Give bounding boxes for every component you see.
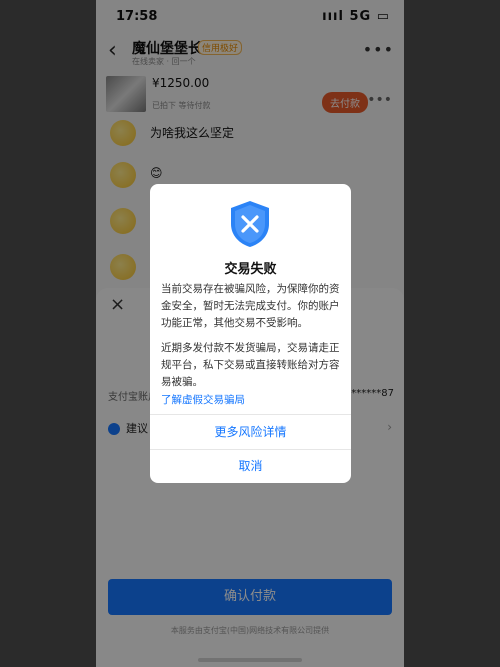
learn-scam-link[interactable]: 了解虚假交易骗局 — [161, 392, 245, 407]
cancel-button[interactable]: 取消 — [150, 450, 351, 483]
risk-details-button[interactable]: 更多风险详情 — [150, 415, 351, 449]
transaction-failed-dialog: 交易失败 当前交易存在被骗风险，为保障你的资金安全，暂时无法完成支付。你的账户功… — [150, 184, 351, 483]
dialog-warning: 近期多发付款不发货骗局，交易请走正规平台，私下交易或直接转账给对方容易被骗。 — [161, 342, 340, 388]
dialog-message: 当前交易存在被骗风险，为保障你的资金安全，暂时无法完成支付。你的账户功能正常，其… — [161, 283, 340, 329]
dialog-title: 交易失败 — [224, 262, 277, 277]
shield-x-icon — [231, 201, 269, 247]
